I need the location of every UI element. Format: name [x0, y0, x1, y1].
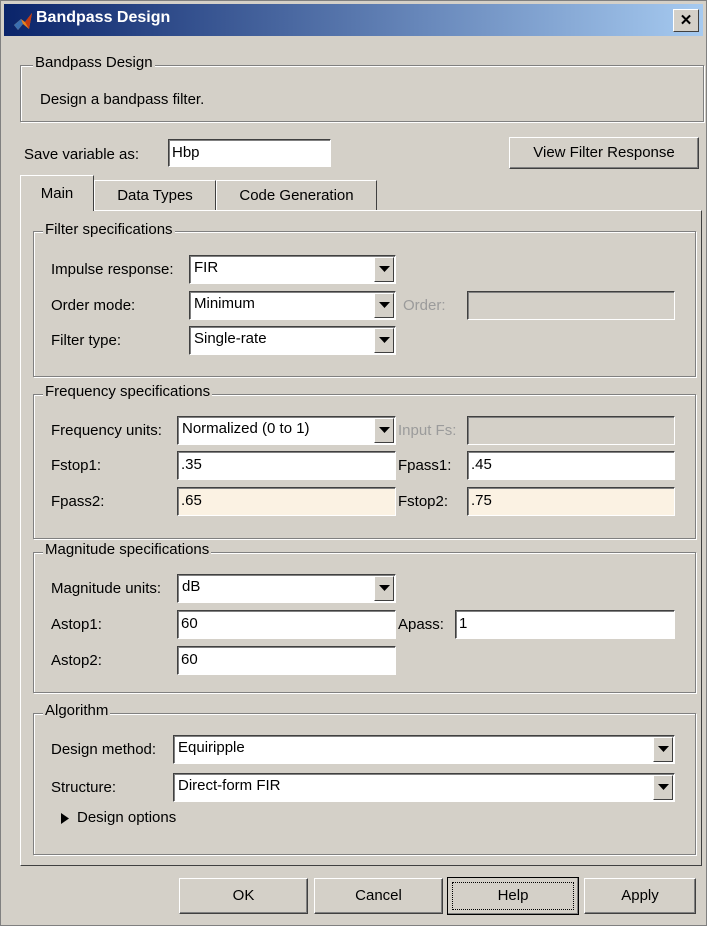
close-icon: ✕	[679, 12, 693, 29]
filter-type-value: Single-rate	[194, 330, 267, 347]
structure-select[interactable]: Direct-form FIR	[173, 773, 675, 802]
impulse-response-select[interactable]: FIR	[189, 255, 396, 284]
filter-specifications-label: Filter specifications	[43, 221, 175, 238]
astop2-input[interactable]: 60	[177, 646, 396, 675]
frequency-units-value: Normalized (0 to 1)	[182, 420, 310, 437]
fstop1-label: Fstop1:	[51, 457, 102, 474]
window-title: Bandpass Design	[36, 9, 171, 26]
algorithm-label: Algorithm	[43, 702, 111, 719]
astop2-label: Astop2:	[51, 652, 102, 669]
input-fs-input[interactable]	[467, 416, 675, 445]
astop1-label: Astop1:	[51, 616, 102, 633]
save-variable-input[interactable]: Hbp	[168, 139, 331, 167]
fpass1-label: Fpass1:	[398, 457, 452, 474]
chevron-down-icon[interactable]	[374, 257, 394, 282]
help-button[interactable]: Help	[447, 877, 579, 915]
fstop2-input[interactable]: .75	[467, 487, 675, 516]
impulse-response-value: FIR	[194, 259, 219, 276]
fstop1-input[interactable]: .35	[177, 451, 396, 480]
chevron-down-icon[interactable]	[653, 775, 673, 800]
ok-button[interactable]: OK	[179, 878, 308, 914]
astop1-input[interactable]: 60	[177, 610, 396, 639]
apass-input[interactable]: 1	[455, 610, 675, 639]
close-button[interactable]: ✕	[673, 9, 699, 32]
description-text: Design a bandpass filter.	[40, 91, 205, 108]
tab-data-types[interactable]: Data Types	[94, 180, 216, 211]
magnitude-units-value: dB	[182, 578, 201, 595]
filter-type-select[interactable]: Single-rate	[189, 326, 396, 355]
design-options-label: Design options	[77, 809, 177, 826]
fpass2-input[interactable]: .65	[177, 487, 396, 516]
matlab-icon	[14, 13, 32, 30]
order-mode-select[interactable]: Minimum	[189, 291, 396, 320]
cancel-button[interactable]: Cancel	[314, 878, 443, 914]
filter-type-label: Filter type:	[51, 332, 122, 349]
order-mode-label: Order mode:	[51, 297, 136, 314]
save-variable-label: Save variable as:	[24, 146, 140, 163]
magnitude-units-label: Magnitude units:	[51, 580, 162, 597]
magnitude-units-select[interactable]: dB	[177, 574, 396, 603]
chevron-down-icon[interactable]	[374, 293, 394, 318]
frequency-units-label: Frequency units:	[51, 422, 162, 439]
fstop2-label: Fstop2:	[398, 493, 449, 510]
impulse-response-label: Impulse response:	[51, 261, 174, 278]
fpass1-input[interactable]: .45	[467, 451, 675, 480]
chevron-down-icon[interactable]	[374, 418, 394, 443]
tab-main[interactable]: Main	[20, 175, 94, 211]
structure-value: Direct-form FIR	[178, 777, 281, 794]
view-filter-response-button[interactable]: View Filter Response	[509, 137, 699, 169]
apass-label: Apass:	[398, 616, 444, 633]
triangle-right-icon	[61, 813, 69, 824]
apply-button[interactable]: Apply	[584, 878, 696, 914]
tab-code-generation[interactable]: Code Generation	[216, 180, 377, 211]
order-mode-value: Minimum	[194, 295, 255, 312]
design-method-select[interactable]: Equiripple	[173, 735, 675, 764]
magnitude-specifications-label: Magnitude specifications	[43, 541, 212, 558]
title-bar[interactable]: Bandpass Design ✕	[4, 4, 703, 36]
design-method-value: Equiripple	[178, 739, 245, 756]
chevron-down-icon[interactable]	[374, 576, 394, 601]
order-input[interactable]	[467, 291, 675, 320]
dialog-window: Bandpass Design ✕ Bandpass Design Design…	[0, 0, 707, 926]
fpass2-label: Fpass2:	[51, 493, 105, 510]
frequency-units-select[interactable]: Normalized (0 to 1)	[177, 416, 396, 445]
order-label: Order:	[403, 297, 446, 314]
header-group-label: Bandpass Design	[33, 54, 155, 71]
design-method-label: Design method:	[51, 741, 157, 758]
input-fs-label: Input Fs:	[398, 422, 457, 439]
frequency-specifications-label: Frequency specifications	[43, 383, 213, 400]
focus-rect	[452, 882, 574, 910]
chevron-down-icon[interactable]	[653, 737, 673, 762]
structure-label: Structure:	[51, 779, 117, 796]
chevron-down-icon[interactable]	[374, 328, 394, 353]
